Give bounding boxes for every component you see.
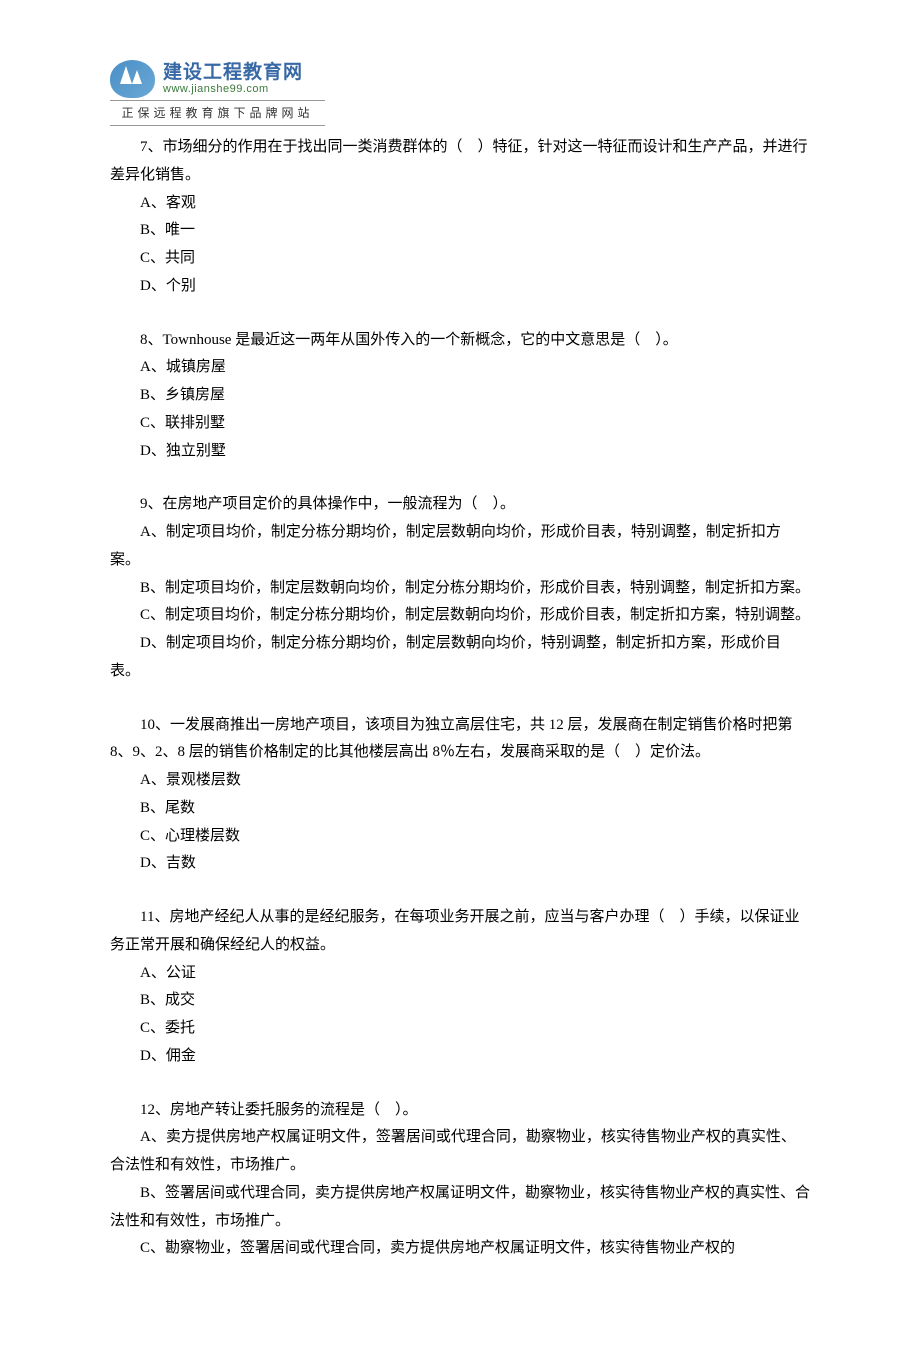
option-d: D、佣金: [110, 1043, 810, 1071]
option-b: B、尾数: [110, 795, 810, 823]
question-text: 8、Townhouse 是最近这一两年从国外传入的一个新概念，它的中文意思是（ …: [110, 327, 810, 355]
question-11: 11、房地产经纪人从事的是经纪服务，在每项业务开展之前，应当与客户办理（ ）手续…: [110, 904, 810, 1071]
option-a: A、卖方提供房地产权属证明文件，签署居间或代理合同，勘察物业，核实待售物业产权的…: [110, 1124, 810, 1180]
logo-icon: [110, 60, 155, 98]
question-10: 10、一发展商推出一房地产项目，该项目为独立高层住宅，共 12 层，发展商在制定…: [110, 712, 810, 879]
option-b: B、成交: [110, 987, 810, 1015]
question-text: 11、房地产经纪人从事的是经纪服务，在每项业务开展之前，应当与客户办理（ ）手续…: [110, 904, 810, 960]
question-9: 9、在房地产项目定价的具体操作中，一般流程为（ ）。 A、制定项目均价，制定分栋…: [110, 491, 810, 685]
option-d: D、制定项目均价，制定分栋分期均价，制定层数朝向均价，特别调整，制定折扣方案，形…: [110, 630, 810, 686]
option-b: B、签署居间或代理合同，卖方提供房地产权属证明文件，勘察物业，核实待售物业产权的…: [110, 1180, 810, 1236]
logo-subtitle: 正保远程教育旗下品牌网站: [110, 100, 325, 126]
logo-url: www.jianshe99.com: [163, 83, 303, 95]
question-text: 12、房地产转让委托服务的流程是（ ）。: [110, 1097, 810, 1125]
question-text: 9、在房地产项目定价的具体操作中，一般流程为（ ）。: [110, 491, 810, 519]
logo-title: 建设工程教育网: [163, 63, 303, 84]
option-d: D、吉数: [110, 850, 810, 878]
option-a: A、公证: [110, 960, 810, 988]
question-text: 10、一发展商推出一房地产项目，该项目为独立高层住宅，共 12 层，发展商在制定…: [110, 712, 810, 768]
option-c: C、共同: [110, 245, 810, 273]
option-d: D、个别: [110, 273, 810, 301]
question-12: 12、房地产转让委托服务的流程是（ ）。 A、卖方提供房地产权属证明文件，签署居…: [110, 1097, 810, 1264]
option-a: A、客观: [110, 190, 810, 218]
question-7: 7、市场细分的作用在于找出同一类消费群体的（ ）特征，针对这一特征而设计和生产产…: [110, 134, 810, 301]
option-a: A、制定项目均价，制定分栋分期均价，制定层数朝向均价，形成价目表，特别调整，制定…: [110, 519, 810, 575]
document-content: 7、市场细分的作用在于找出同一类消费群体的（ ）特征，针对这一特征而设计和生产产…: [110, 134, 810, 1263]
option-b: B、乡镇房屋: [110, 382, 810, 410]
option-d: D、独立别墅: [110, 438, 810, 466]
option-c: C、委托: [110, 1015, 810, 1043]
option-b: B、唯一: [110, 217, 810, 245]
logo-text: 建设工程教育网 www.jianshe99.com: [163, 63, 303, 96]
option-b: B、制定项目均价，制定层数朝向均价，制定分栋分期均价，形成价目表，特别调整，制定…: [110, 575, 810, 603]
option-a: A、景观楼层数: [110, 767, 810, 795]
logo-box: 建设工程教育网 www.jianshe99.com: [110, 60, 810, 98]
question-8: 8、Townhouse 是最近这一两年从国外传入的一个新概念，它的中文意思是（ …: [110, 327, 810, 466]
option-a: A、城镇房屋: [110, 354, 810, 382]
option-c: C、心理楼层数: [110, 823, 810, 851]
option-c: C、勘察物业，签署居间或代理合同，卖方提供房地产权属证明文件，核实待售物业产权的: [110, 1235, 810, 1263]
site-logo: 建设工程教育网 www.jianshe99.com 正保远程教育旗下品牌网站: [110, 60, 810, 126]
option-c: C、制定项目均价，制定分栋分期均价，制定层数朝向均价，形成价目表，制定折扣方案，…: [110, 602, 810, 630]
question-text: 7、市场细分的作用在于找出同一类消费群体的（ ）特征，针对这一特征而设计和生产产…: [110, 134, 810, 190]
option-c: C、联排别墅: [110, 410, 810, 438]
